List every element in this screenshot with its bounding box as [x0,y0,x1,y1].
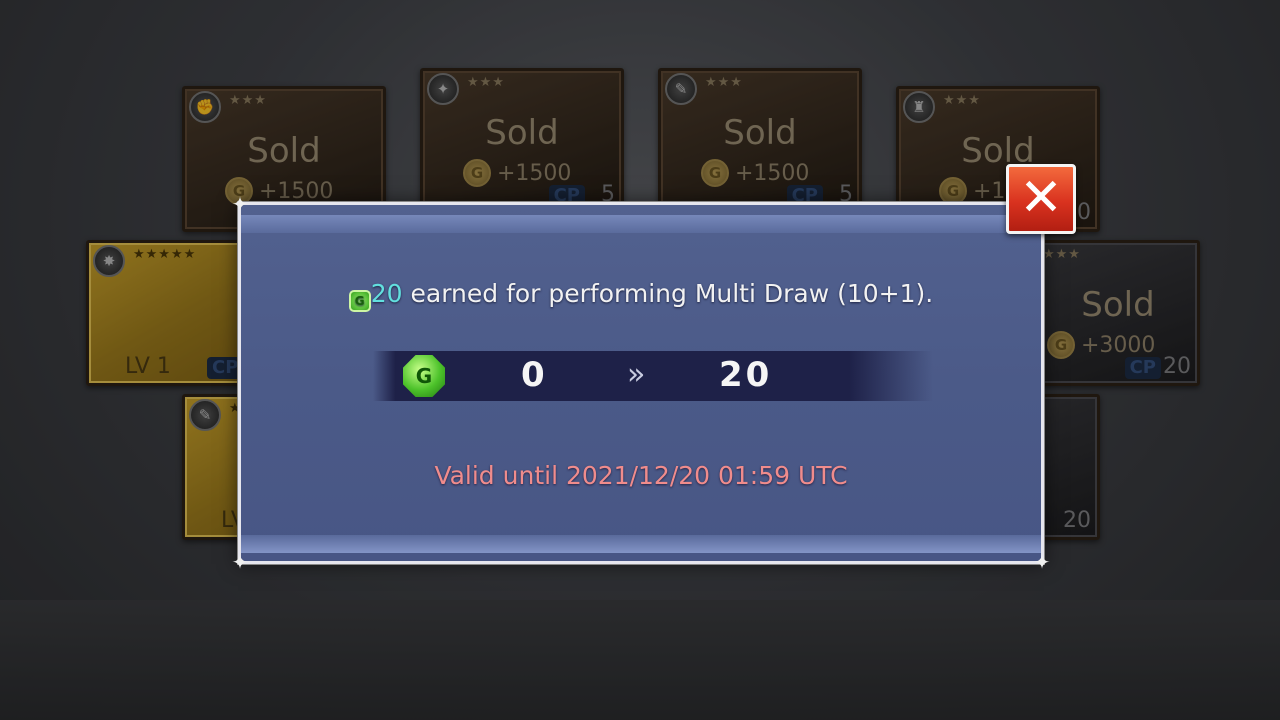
corner-ornament-icon: ✦ [1033,550,1051,574]
reward-message: G 20 earned for performing Multi Draw (10… [241,279,1041,312]
reward-dialog: ✦ ✦ ✦ ✦ G20 earned for performing Multi … [232,193,1051,573]
close-button[interactable]: ✕ [1006,164,1076,234]
reward-message-text: earned for performing Multi Draw (10+1). [402,279,934,308]
balance-change-bar: G 0 » 20 [373,351,933,401]
close-icon: ✕ [1019,168,1063,228]
dialog-bottom-band [241,535,1041,553]
expiry-text: Valid until 2021/12/20 01:59 UTC [434,461,848,490]
gem-currency-icon: G [348,290,371,312]
double-chevron-right-icon: » [627,357,646,392]
balance-after: 20 [719,355,773,395]
reward-amount: 20 [370,279,403,308]
gem-currency-icon: G [403,355,445,397]
corner-ornament-icon: ✦ [231,192,249,216]
balance-before: 0 [521,355,547,395]
dialog-top-band [241,215,1041,233]
corner-ornament-icon: ✦ [231,550,249,574]
